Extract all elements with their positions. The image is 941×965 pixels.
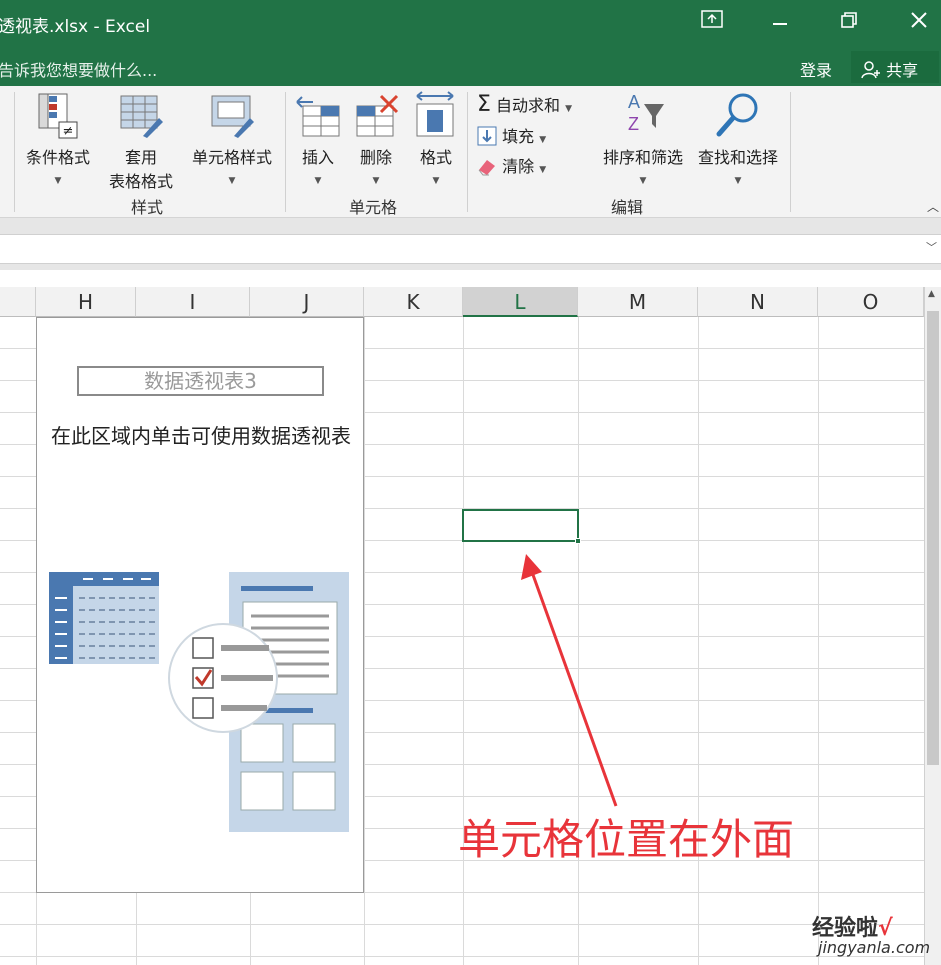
excel-window: 透视表.xlsx - Excel 告诉我您想要做什么... 登录 共享 ≠ 条件…: [0, 0, 941, 965]
watermark-url: jingyanla.com: [818, 938, 931, 957]
annotation-text: 单元格位置在外面: [458, 815, 795, 864]
